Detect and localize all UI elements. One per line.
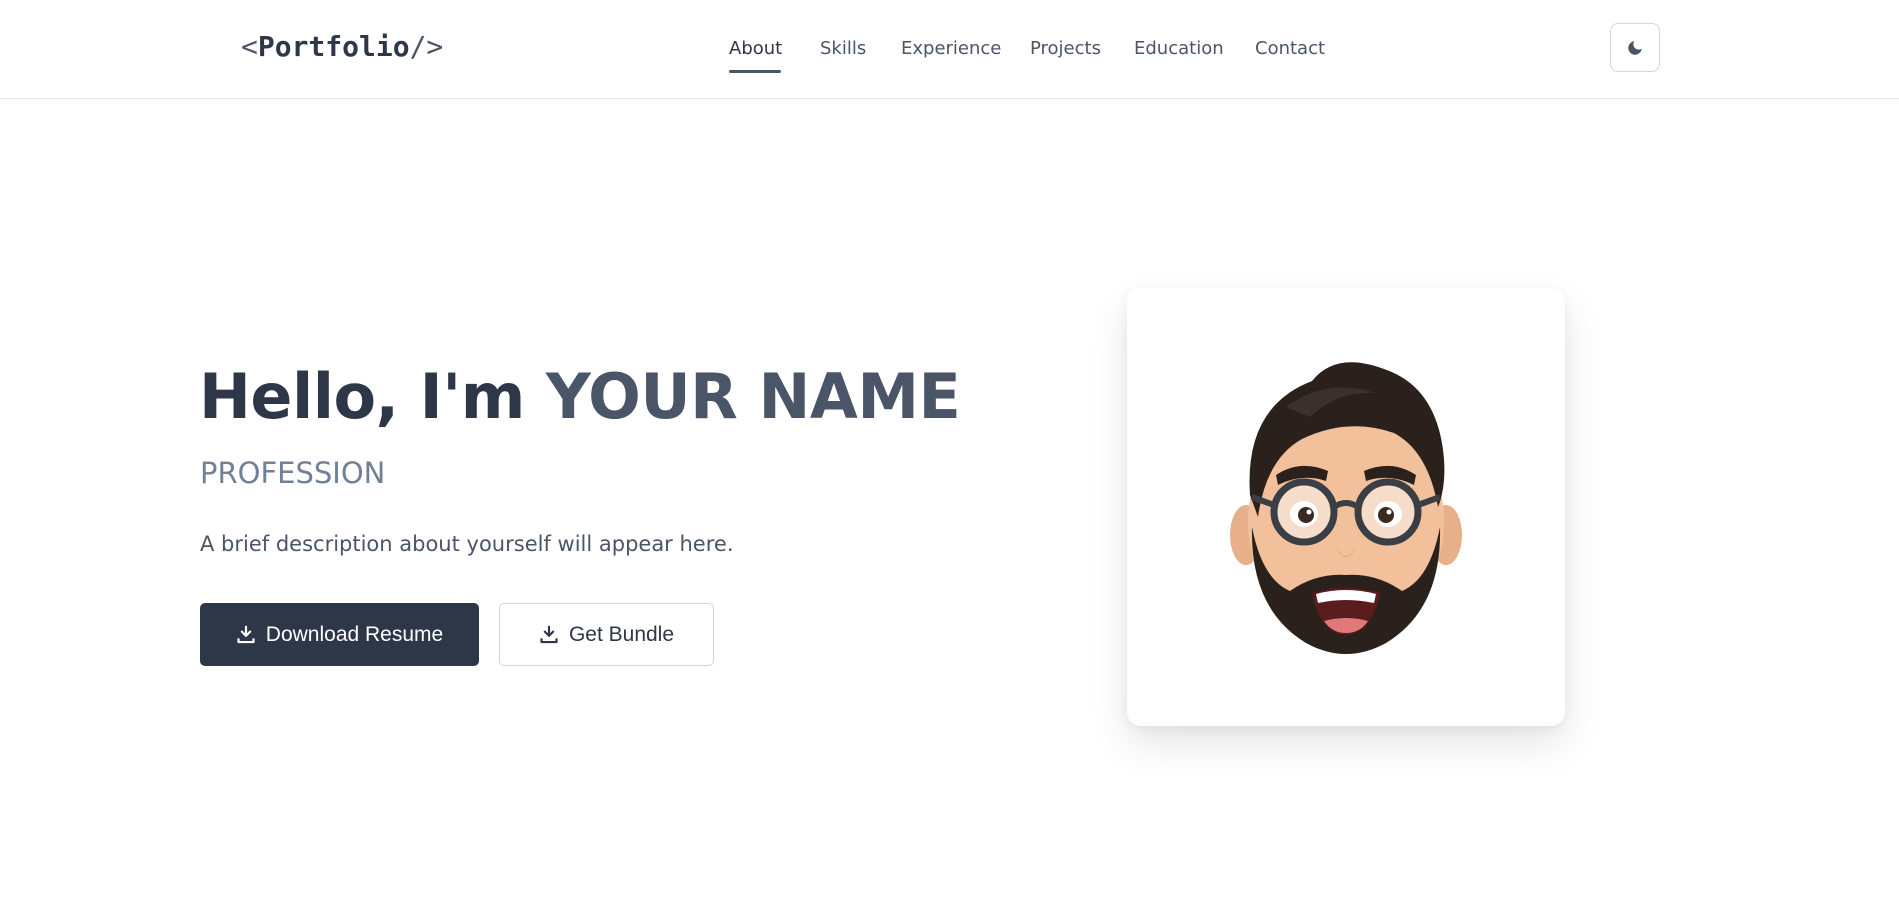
logo-text: Portfolio [257,30,410,63]
site-logo[interactable]: <Portfolio/> [241,30,443,63]
nav-link-contact[interactable]: Contact [1255,38,1325,59]
download-resume-button[interactable]: Download Resume [200,603,479,666]
get-bundle-button[interactable]: Get Bundle [499,603,714,666]
download-icon [237,625,255,643]
nav-link-education[interactable]: Education [1134,38,1224,59]
navbar: <Portfolio/> About Skills Experience Pro… [0,0,1899,99]
get-bundle-label: Get Bundle [568,622,675,646]
nav-link-skills[interactable]: Skills [820,38,866,59]
download-resume-label: Download Resume [265,622,444,646]
hero-title: Hello, I'm YOUR NAME [199,360,961,433]
logo-open-bracket: < [241,30,258,63]
nav-link-projects[interactable]: Projects [1030,38,1101,59]
download-icon [540,625,558,643]
hero-greeting: Hello, I'm [199,360,546,433]
avatar-icon [1230,362,1462,654]
nav-link-experience[interactable]: Experience [901,38,1001,59]
hero-description: A brief description about yourself will … [200,532,734,556]
profession-subtitle: PROFESSION [200,456,386,490]
nav-link-about[interactable]: About [729,38,782,59]
moon-icon [1628,40,1642,55]
avatar-card [1127,288,1565,726]
logo-close-bracket: /> [409,30,444,63]
hero-name: YOUR NAME [545,360,961,433]
active-nav-indicator [729,70,781,73]
theme-toggle-button[interactable] [1610,23,1660,72]
